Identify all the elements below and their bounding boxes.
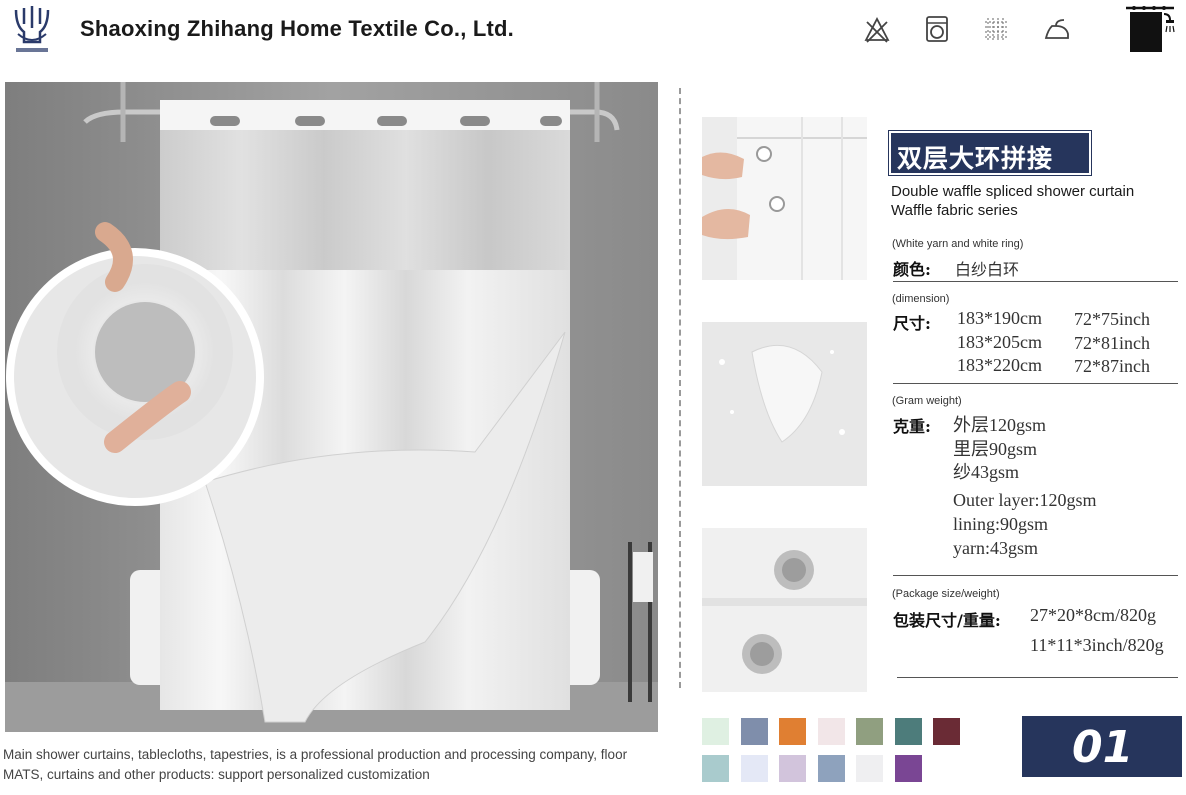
dimension-inch: 72*87inch xyxy=(1074,356,1150,376)
color-swatch[interactable] xyxy=(817,755,845,782)
thumbnail-snap-detail xyxy=(702,528,867,692)
shower-curtain-icon xyxy=(1126,6,1175,52)
machine-wash-icon xyxy=(926,16,948,42)
color-swatch[interactable] xyxy=(856,718,883,745)
product-series: Waffle fabric series xyxy=(891,202,1018,219)
thumbnail-ring-detail xyxy=(702,117,867,280)
color-swatch[interactable] xyxy=(933,718,960,745)
company-description: Main shower curtains, tablecloths, tapes… xyxy=(3,747,628,782)
color-swatch[interactable] xyxy=(702,755,729,782)
color-swatch[interactable] xyxy=(702,718,729,745)
divider xyxy=(893,281,1178,282)
thumbnail-water-detail xyxy=(702,322,867,486)
no-bleach-icon xyxy=(864,17,890,43)
main-product-photo xyxy=(5,82,658,732)
color-swatch[interactable] xyxy=(779,755,806,782)
company-logo xyxy=(14,6,50,52)
color-swatch[interactable] xyxy=(740,718,768,745)
gram-value-zh: 纱43gsm xyxy=(953,462,1020,482)
dimension-cm: 183*190cm xyxy=(957,308,1042,328)
dimension-label-zh: 尺寸: xyxy=(893,314,931,333)
company-name: Shaoxing Zhihang Home Textile Co., Ltd. xyxy=(80,16,514,41)
package-value: 27*20*8cm/820g xyxy=(1030,605,1156,625)
color-swatch[interactable] xyxy=(856,755,883,782)
divider xyxy=(893,575,1178,576)
dimension-cm: 183*205cm xyxy=(957,332,1042,352)
product-title-box: 双层大环拼接 xyxy=(888,130,1092,176)
package-value: 11*11*3inch/820g xyxy=(1030,635,1164,655)
tumble-dry-icon xyxy=(985,18,1009,41)
dimension-label-en: (dimension) xyxy=(892,293,950,305)
color-label-en: (White yarn and white ring) xyxy=(892,238,1024,250)
page-number: 01 xyxy=(1072,722,1134,773)
color-swatch[interactable] xyxy=(817,718,845,745)
page-header: Shaoxing Zhihang Home Textile Co., Ltd. xyxy=(0,0,1186,62)
package-label-zh: 包装尺寸/重量: xyxy=(893,611,1001,630)
color-swatch[interactable] xyxy=(779,718,806,745)
dimension-inch: 72*75inch xyxy=(1074,309,1150,329)
gram-value-en: Outer layer:120gsm xyxy=(953,490,1097,510)
product-title-zh: 双层大环拼接 xyxy=(897,144,1054,173)
gram-label-zh: 克重: xyxy=(893,417,931,436)
iron-icon xyxy=(1044,19,1069,39)
package-label-en: (Package size/weight) xyxy=(892,588,1000,600)
product-subtitle: Double waffle spliced shower curtain xyxy=(891,183,1135,200)
gram-value-en: yarn:43gsm xyxy=(953,538,1038,558)
divider xyxy=(897,677,1178,678)
dimension-inch: 72*81inch xyxy=(1074,333,1150,353)
divider xyxy=(893,383,1178,384)
gram-value-zh: 外层120gsm xyxy=(953,415,1047,435)
gram-label-en: (Gram weight) xyxy=(892,395,962,407)
color-swatch[interactable] xyxy=(740,755,768,782)
color-swatch[interactable] xyxy=(894,755,922,782)
color-swatch[interactable] xyxy=(894,718,922,745)
dimension-cm: 183*220cm xyxy=(957,355,1042,375)
color-value: 白纱白环 xyxy=(955,260,1020,279)
color-label-zh: 颜色: xyxy=(893,260,931,279)
dashed-divider xyxy=(679,88,681,688)
page-number-badge: 01 xyxy=(1022,716,1182,777)
gram-value-en: lining:90gsm xyxy=(953,514,1049,534)
